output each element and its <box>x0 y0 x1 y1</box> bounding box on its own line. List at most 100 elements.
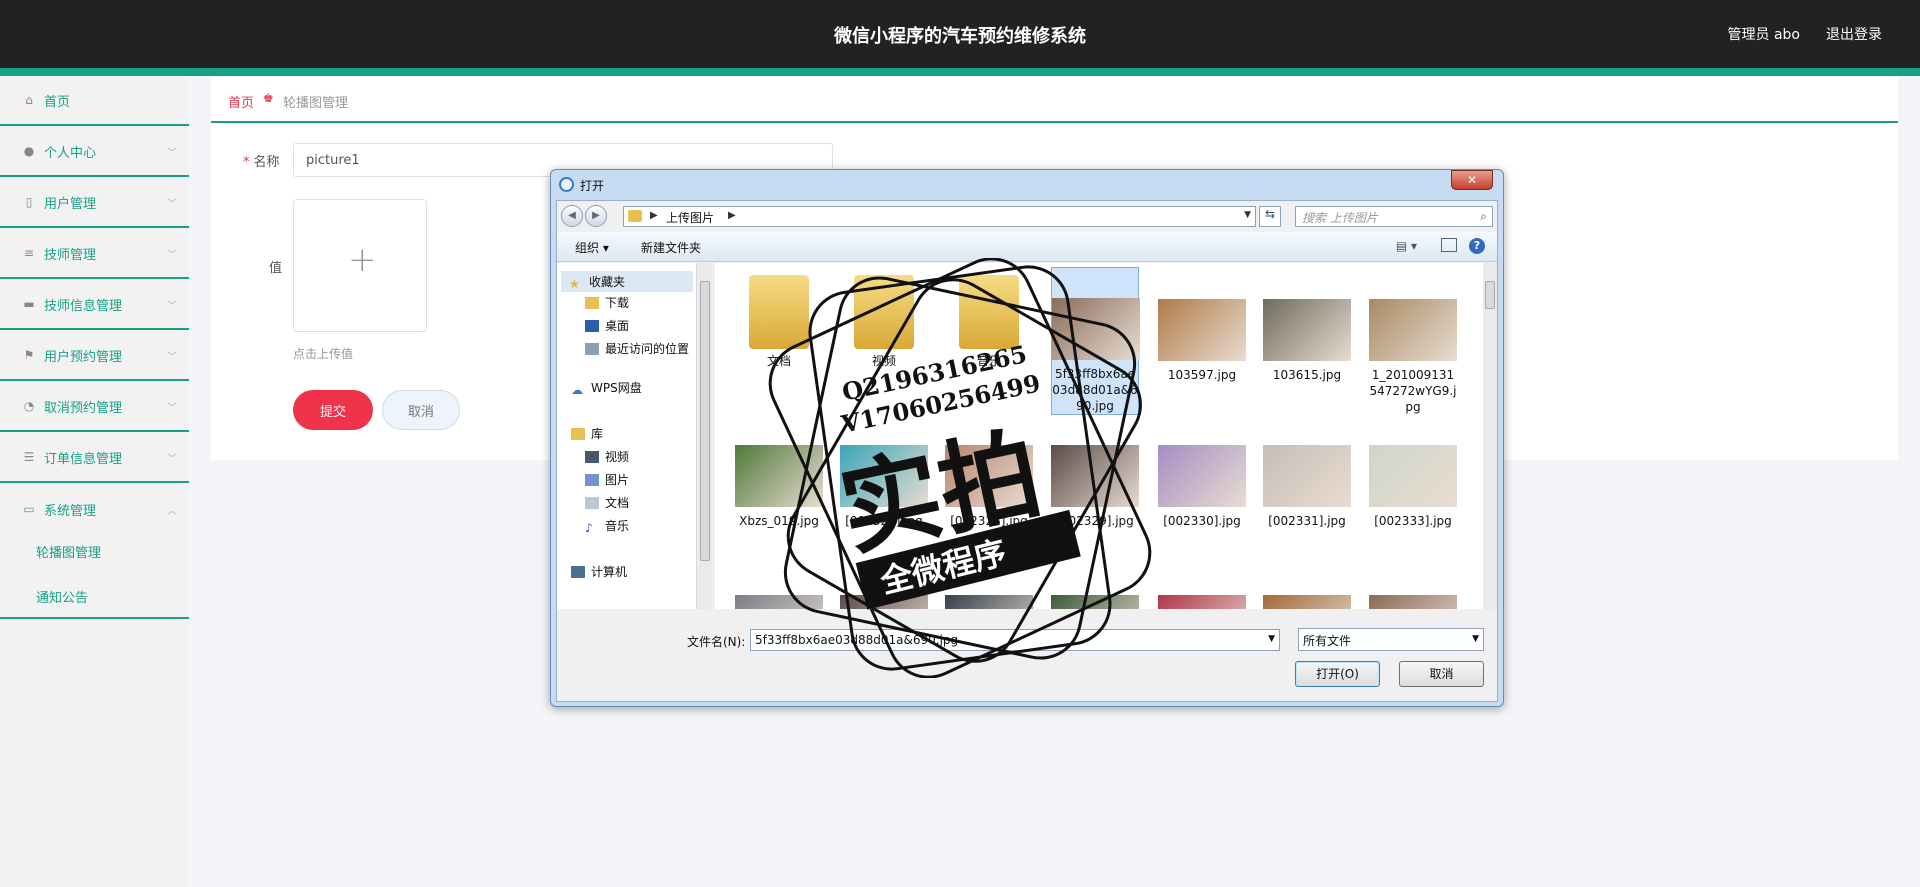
open-button[interactable]: 打开(O) <box>1295 661 1380 687</box>
scrollbar-thumb[interactable] <box>700 281 710 561</box>
tree-item-downloads[interactable]: 下载 <box>585 294 629 311</box>
image-thumbnail <box>840 595 928 609</box>
image-file-item[interactable] <box>1051 563 1139 609</box>
folder-item[interactable]: 文档 <box>735 267 823 369</box>
image-file-item[interactable]: [002331].jpg <box>1263 413 1351 529</box>
tree-item-wps[interactable]: ☁ WPS网盘 <box>571 379 642 397</box>
filetype-value: 所有文件 <box>1303 634 1352 648</box>
image-file-item[interactable] <box>735 563 823 609</box>
refresh-button[interactable]: ⇆ <box>1259 206 1281 227</box>
image-file-item[interactable]: 1_201009131547272wYG9.jpg <box>1369 267 1457 415</box>
chat-icon: ▭ <box>23 502 35 516</box>
music-icon: ♪ <box>585 521 593 535</box>
image-file-item[interactable] <box>945 563 1033 609</box>
tree-label: 音乐 <box>605 519 630 533</box>
sidebar-item-technician-info[interactable]: ▬ 技师信息管理 ﹀ <box>0 280 189 330</box>
breadcrumb-home[interactable]: 首页 <box>228 92 254 111</box>
sidebar-item-cancel-appointments[interactable]: ◔ 取消预约管理 ﹀ <box>0 382 189 432</box>
sidebar-item-user-appointments[interactable]: ⚑ 用户预约管理 ﹀ <box>0 331 189 381</box>
sidebar-item-system[interactable]: ▭ 系统管理 ︿ <box>0 484 189 534</box>
sidebar-subitem-carousel[interactable]: 轮播图管理 <box>36 542 101 561</box>
tree-label: WPS网盘 <box>591 381 642 395</box>
back-button[interactable]: ◀ <box>561 205 583 227</box>
tree-item-library[interactable]: 库 <box>571 425 603 442</box>
cloud-icon: ☁ <box>571 383 583 397</box>
sidebar-item-users[interactable]: ▯ 用户管理 ﹀ <box>0 178 189 228</box>
image-file-item[interactable] <box>1263 563 1351 609</box>
sidebar-item-profile[interactable]: ● 个人中心 ﹀ <box>0 127 189 177</box>
computer-icon <box>571 566 585 578</box>
breadcrumb-separator-icon: ♚ <box>263 91 274 105</box>
view-options-icon[interactable]: ▤ ▾ <box>1396 239 1417 253</box>
logout-link[interactable]: 退出登录 <box>1826 24 1882 44</box>
filetype-select[interactable]: 所有文件 ▼ <box>1298 628 1484 651</box>
chevron-up-icon: ︿ <box>167 505 177 517</box>
file-name: Xbzs_019.jpg <box>739 514 819 528</box>
forward-button[interactable]: ▶ <box>585 205 607 227</box>
tree-item-computer[interactable]: 计算机 <box>571 563 627 580</box>
organize-button[interactable]: 组织 ▾ <box>575 239 609 256</box>
folder-item[interactable]: 视频 <box>840 267 928 369</box>
tree-scrollbar[interactable] <box>698 263 712 609</box>
image-file-item[interactable]: [002329].jpg <box>1051 413 1139 529</box>
file-name: [002333].jpg <box>1374 514 1452 528</box>
image-file-item[interactable]: [002330].jpg <box>1158 413 1246 529</box>
filename-input[interactable]: 5f33ff8bx6ae03d88d01a&690.jpg ▼ <box>750 629 1280 651</box>
dialog-close-button[interactable]: ✕ <box>1451 170 1493 190</box>
file-name: [002331].jpg <box>1268 514 1346 528</box>
image-thumbnail <box>945 595 1033 609</box>
breadcrumb: 首页 ♚ 轮播图管理 <box>211 77 1898 123</box>
tree-item-music[interactable]: ♪ 音乐 <box>585 517 630 535</box>
search-input[interactable]: 搜索 上传图片 ⌕ <box>1295 206 1493 227</box>
cancel-button[interactable]: 取消 <box>382 390 460 430</box>
navigation-tree: ★ 收藏夹 下载 桌面 最近访问的位置 ☁ WPS网盘 库 视频 图片 文档 ♪ 音乐… <box>557 263 697 609</box>
tree-item-recent[interactable]: 最近访问的位置 <box>585 340 689 357</box>
tree-item-favorites[interactable]: ★ 收藏夹 <box>561 271 693 292</box>
image-file-item[interactable] <box>1369 563 1457 609</box>
sidebar-item-label: 系统管理 <box>44 503 97 519</box>
tree-item-desktop[interactable]: 桌面 <box>585 317 629 334</box>
dialog-app-icon <box>559 177 574 192</box>
desktop-icon <box>585 320 599 332</box>
chevron-down-icon: ▼ <box>1244 210 1251 220</box>
sidebar-subitem-notices[interactable]: 通知公告 <box>36 587 88 606</box>
image-file-item[interactable]: [002328].jpg <box>945 413 1033 529</box>
library-icon <box>571 428 585 440</box>
sidebar-item-home[interactable]: ⌂ 首页 <box>0 76 189 126</box>
image-file-item[interactable]: 5f33ff8bx6ae03d88d01a&690.jpg <box>1051 267 1140 415</box>
file-open-dialog: 打开 ✕ ◀ ▶ ▶ 上传图片 ▶ ▼ ⇆ 搜索 上传图片 ⌕ 组织 ▾ 新建文… <box>550 169 1504 707</box>
image-thumbnail <box>1263 299 1351 361</box>
name-label: * 名称 <box>243 151 280 170</box>
upload-hint: 点击上传值 <box>293 347 354 361</box>
file-name: [002328].jpg <box>950 514 1028 528</box>
image-thumbnail <box>1263 445 1351 507</box>
sidebar-item-technicians[interactable]: ≡ 技师管理 ﹀ <box>0 229 189 279</box>
image-file-item[interactable]: [002327].jpg <box>840 413 928 529</box>
image-file-item[interactable]: 103615.jpg <box>1263 267 1351 383</box>
new-folder-button[interactable]: 新建文件夹 <box>641 239 701 256</box>
tree-item-pictures[interactable]: 图片 <box>585 471 629 488</box>
file-name: 1_201009131547272wYG9.jpg <box>1369 368 1457 414</box>
image-file-item[interactable] <box>1158 563 1246 609</box>
folder-icon <box>854 275 914 349</box>
image-file-item[interactable]: Xbzs_019.jpg <box>735 413 823 529</box>
dialog-cancel-button[interactable]: 取消 <box>1399 661 1484 687</box>
image-file-item[interactable]: 103597.jpg <box>1158 267 1246 383</box>
preview-pane-icon[interactable] <box>1441 238 1457 252</box>
tree-item-documents[interactable]: 文档 <box>585 494 629 511</box>
help-icon[interactable]: ? <box>1469 238 1485 254</box>
downloads-folder-icon <box>585 297 599 309</box>
scrollbar-thumb[interactable] <box>1485 281 1495 309</box>
folder-item[interactable]: 音乐 <box>945 267 1033 369</box>
sidebar-divider <box>0 617 189 619</box>
sidebar-item-label: 技师管理 <box>44 247 97 263</box>
image-file-item[interactable] <box>840 563 928 609</box>
submit-button[interactable]: 提交 <box>293 390 373 430</box>
tree-item-videos[interactable]: 视频 <box>585 448 629 465</box>
image-uploader[interactable]: + <box>293 199 427 332</box>
top-accent-strip <box>0 68 1920 76</box>
sidebar-item-orders[interactable]: ☰ 订单信息管理 ﹀ <box>0 433 189 483</box>
image-file-item[interactable]: [002333].jpg <box>1369 413 1457 529</box>
grid-scrollbar[interactable] <box>1483 263 1497 609</box>
address-bar[interactable]: ▶ 上传图片 ▶ ▼ <box>623 206 1256 227</box>
